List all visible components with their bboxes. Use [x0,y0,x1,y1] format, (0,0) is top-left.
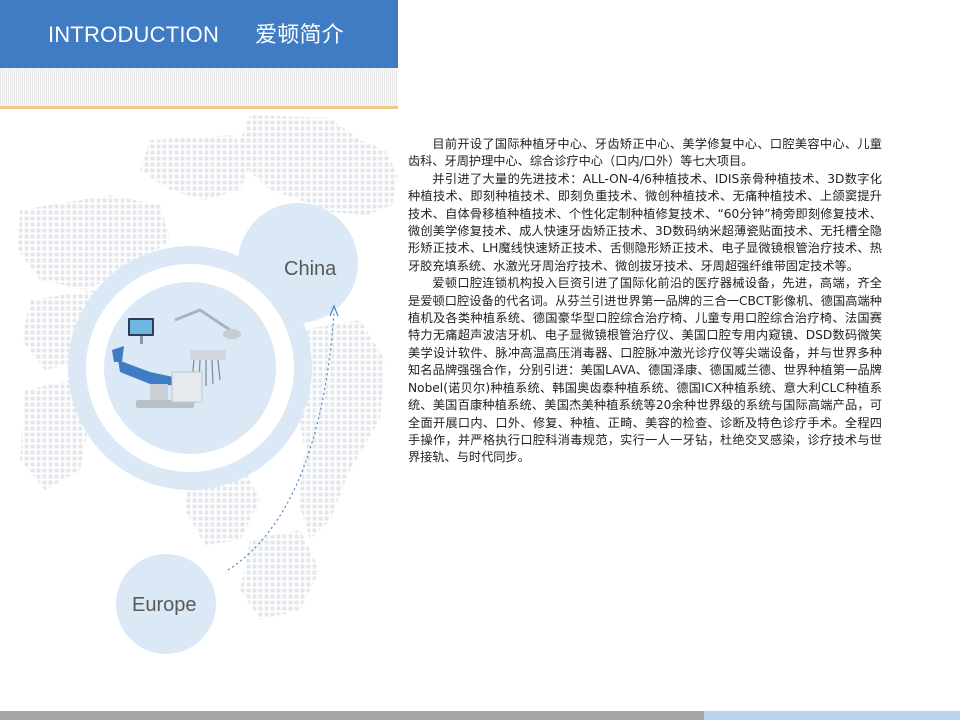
china-label: China [284,258,337,280]
header-stripe-decoration [0,68,398,108]
paragraph-1: 目前开设了国际种植牙中心、牙齿矫正中心、美学修复中心、口腔美容中心、儿童齿科、牙… [408,137,882,169]
map-dots-top [140,115,398,215]
europe-label: Europe [132,594,197,616]
title-english: INTRODUCTION [48,22,220,47]
footer-bar-gray [0,711,704,720]
header-accent-line [0,106,398,109]
header-banner: INTRODUCTION 爱顿简介 [0,0,398,68]
intro-text-block: 目前开设了国际种植牙中心、牙齿矫正中心、美学修复中心、口腔美容中心、儿童齿科、牙… [408,136,882,467]
title-chinese: 爱顿简介 [255,22,344,47]
paragraph-3: 爱顿口腔连锁机构投入巨资引进了国际化前沿的医疗器械设备，先进，高端，齐全是爱顿口… [408,276,882,465]
paragraph-2: 并引进了大量的先进技术：ALL-ON-4/6种植技术、IDIS亲骨种植技术、3D… [408,171,882,273]
page-title: INTRODUCTION 爱顿简介 [48,20,344,50]
world-map-graphic [18,115,398,654]
footer-bar-blue [704,711,960,720]
